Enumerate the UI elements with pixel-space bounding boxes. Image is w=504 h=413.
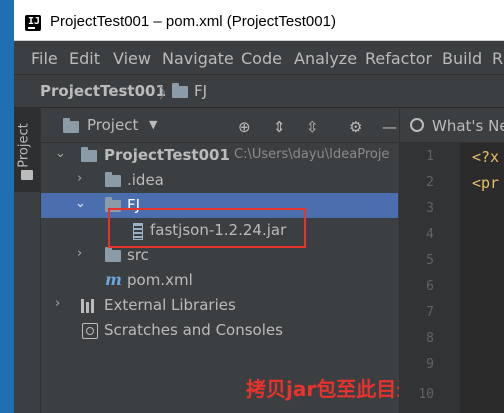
breadcrumb-folder[interactable]: FJ [194,82,207,100]
help-icon [410,118,424,132]
tree-item-label: src [127,246,149,264]
title-bar[interactable]: IJ ProjectTest001 – pom.xml (ProjectTest… [14,0,504,41]
tree-item-root[interactable]: ⌄ ProjectTest001 C:\Users\dayu\IdeaProje [41,143,398,168]
project-tool-tab[interactable]: Project [14,108,40,192]
locate-icon[interactable]: ⊕ [238,118,251,136]
tree-item-path: C:\Users\dayu\IdeaProje [234,147,390,162]
tree-item-scratches[interactable]: Scratches and Consoles [41,318,398,343]
menu-build[interactable]: Build [442,49,482,68]
line-number-gutter: 1 2 3 4 5 6 7 8 9 10 [399,143,460,413]
menu-file[interactable]: File [31,49,58,68]
project-view-icon [63,118,79,133]
tree-item-label: ProjectTest001 [104,146,230,164]
window-title: ProjectTest001 – pom.xml (ProjectTest001… [50,13,336,30]
chevron-right-icon[interactable]: › [55,296,60,311]
tree-item-label: pom.xml [127,271,193,289]
chevron-right-icon[interactable]: › [77,171,82,186]
project-tool-tab-label: Project [16,123,32,168]
expand-all-icon[interactable]: ⇕ [273,118,286,136]
tree-item-label: .idea [127,171,164,189]
menu-navigate[interactable]: Navigate [162,49,234,68]
line-number: 4 [426,227,434,242]
code-editor[interactable]: <?x <pr [460,143,504,413]
line-number: 6 [426,279,434,294]
tree-item-external-libraries[interactable]: › External Libraries [41,293,398,318]
editor-tab-bar: What's Ne [399,108,504,143]
chevron-right-icon[interactable]: › [77,246,82,261]
tree-item-idea[interactable]: › .idea [41,168,398,193]
tree-item-label: Scratches and Consoles [104,321,283,339]
gear-icon[interactable]: ⚙ [349,118,362,136]
menu-run[interactable]: R [492,49,503,68]
folder-icon [105,172,121,187]
line-number: 7 [426,305,434,320]
code-line: <?x [472,148,500,166]
ide-window: IJ ProjectTest001 – pom.xml (ProjectTest… [14,0,504,413]
project-panel-header: Project ▼ ⊕ ⇕ ⇳ ⚙ — [41,108,398,143]
menu-view[interactable]: View [113,49,151,68]
library-icon [81,299,97,313]
line-number: 8 [426,331,434,346]
scratches-icon [82,323,98,339]
maven-icon: m [105,270,122,289]
collapse-all-icon[interactable]: ⇳ [306,118,319,136]
chevron-down-icon[interactable]: ⌄ [75,196,86,211]
tree-item-label: External Libraries [104,296,236,314]
navigation-bar: ProjectTest001 〉 FJ [14,75,504,108]
menu-analyze[interactable]: Analyze [294,49,357,68]
line-number: 3 [426,201,434,216]
highlight-box [108,208,306,248]
left-tool-stripe: Project [14,108,41,413]
chevron-down-icon[interactable]: ▼ [149,118,157,131]
project-view-selector[interactable]: Project [87,116,138,134]
intellij-icon: IJ [25,15,41,31]
code-line: <pr [472,174,500,192]
tree-item-pom[interactable]: m pom.xml [41,268,398,293]
menu-refactor[interactable]: Refactor [365,49,432,68]
editor-tab[interactable]: What's Ne [432,117,504,135]
line-number: 5 [426,253,434,268]
menu-bar: File Edit View Navigate Code Analyze Ref… [14,41,504,75]
folder-icon [172,83,188,98]
hide-icon[interactable]: — [382,118,397,136]
folder-icon [21,170,33,180]
line-number: 1 [426,149,434,164]
module-folder-icon [81,147,97,162]
menu-code[interactable]: Code [241,49,282,68]
line-number: 10 [418,387,434,402]
breadcrumb-project[interactable]: ProjectTest001 [40,82,166,100]
menu-edit[interactable]: Edit [69,49,100,68]
folder-icon [105,247,121,262]
line-number: 9 [426,357,434,372]
chevron-down-icon[interactable]: ⌄ [55,146,66,161]
line-number: 2 [426,175,434,190]
